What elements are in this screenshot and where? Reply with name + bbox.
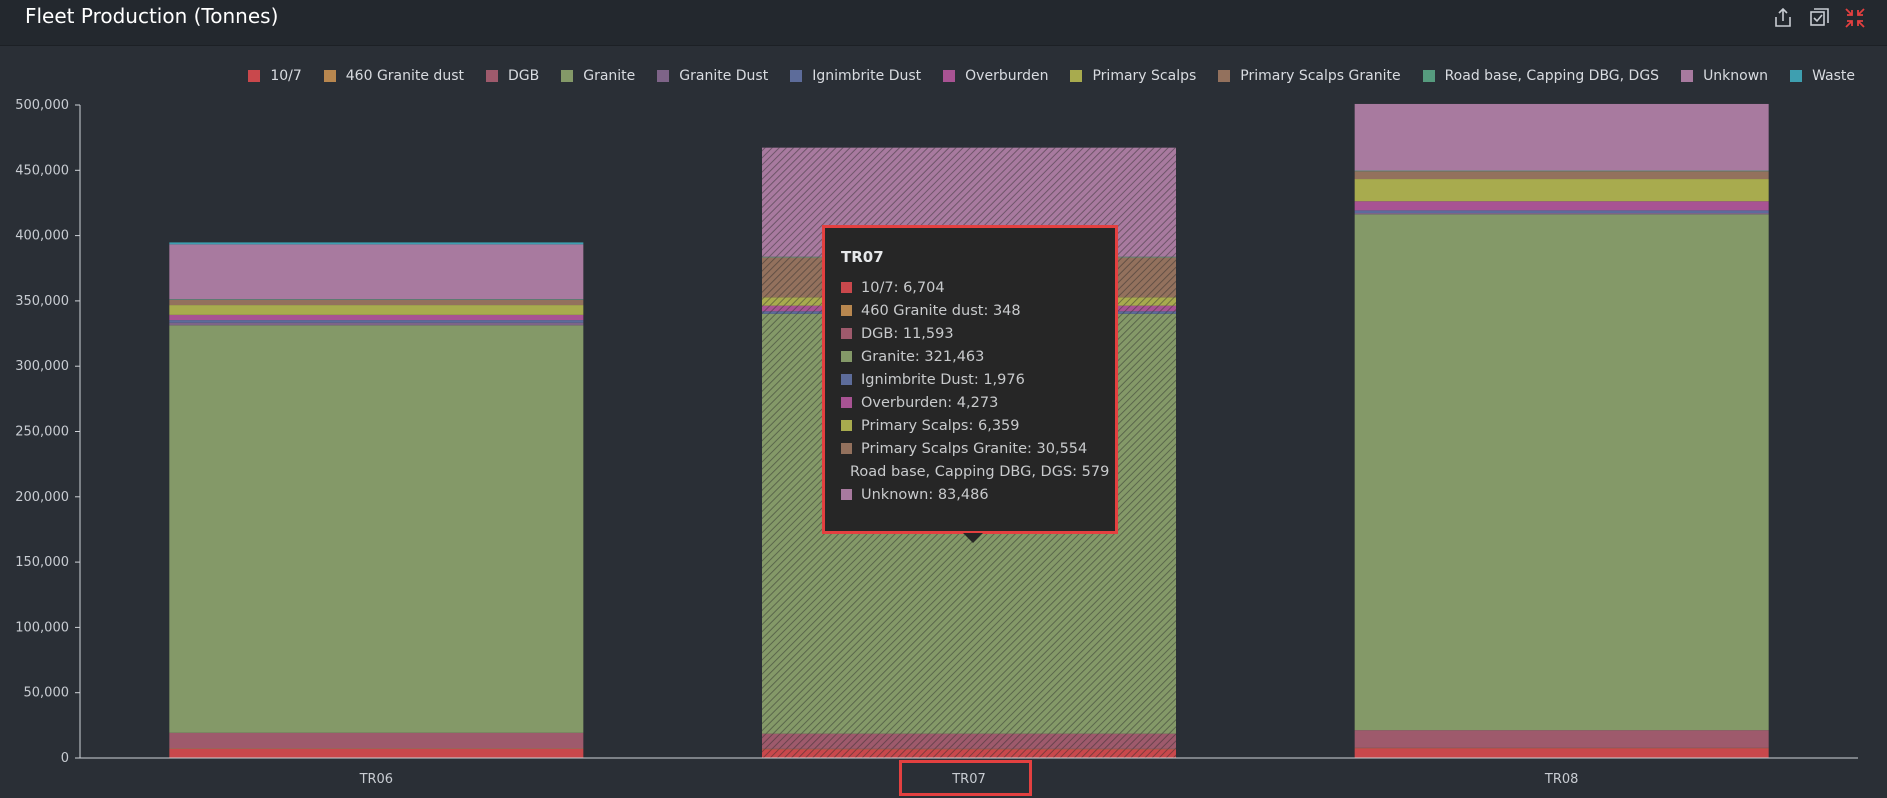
bar-stack-tr06[interactable]	[169, 242, 584, 758]
y-tick-label: 200,000	[15, 490, 69, 505]
bar-segment[interactable]	[1354, 213, 1769, 215]
x-tick-label: TR08	[1544, 772, 1579, 787]
tooltip-separator: :	[893, 325, 903, 342]
tooltip-separator: :	[973, 371, 984, 388]
tooltip-label: 10/7	[861, 279, 894, 296]
tooltip-value: 348	[992, 302, 1021, 319]
tooltip-value: 1,976	[983, 371, 1025, 388]
tooltip-label: Ignimbrite Dust	[861, 371, 974, 388]
tooltip-value: 11,593	[902, 325, 954, 342]
bar-segment[interactable]	[1354, 201, 1769, 211]
tooltip-label: DGB	[861, 325, 894, 342]
bar-segment[interactable]	[1354, 103, 1769, 171]
tooltip-label: Primary Scalps Granite	[861, 440, 1028, 457]
tooltip-separator: :	[893, 279, 904, 296]
tooltip-title: TR07	[841, 248, 884, 266]
tooltip-row: Ignimbrite Dust: 1,976	[841, 368, 1099, 391]
tooltip-value: 30,554	[1036, 440, 1088, 457]
bar-segment[interactable]	[169, 320, 584, 323]
tooltip-value: 579	[1081, 463, 1110, 480]
y-tick-label: 400,000	[15, 229, 69, 244]
tooltip-swatch	[841, 351, 852, 362]
tooltip-value: 4,273	[956, 394, 999, 411]
x-tick-label: TR06	[359, 772, 394, 787]
bar-segment[interactable]	[169, 748, 584, 758]
tooltip-row: Primary Scalps Granite: 30,554	[841, 437, 1099, 460]
tooltip-swatch	[841, 282, 852, 293]
y-tick-label: 0	[61, 751, 69, 766]
bar-segment[interactable]	[169, 322, 584, 326]
tooltip-label: Road base, Capping DBG, DGS	[850, 463, 1073, 480]
tooltip-separator: :	[968, 417, 978, 434]
y-tick-label: 150,000	[15, 555, 69, 570]
tooltip-row: Granite: 321,463	[841, 345, 1099, 368]
bar-segment[interactable]	[169, 299, 584, 300]
tooltip-value: 83,486	[937, 486, 989, 503]
y-tick-label: 250,000	[15, 425, 69, 440]
y-tick-label: 300,000	[15, 359, 69, 374]
tooltip-separator: :	[914, 348, 925, 365]
bar-segment[interactable]	[169, 299, 584, 306]
tooltip-separator: :	[983, 302, 993, 319]
tooltip-row: 460 Granite dust: 348	[841, 299, 1099, 322]
y-tick-label: 500,000	[15, 98, 69, 113]
tooltip-separator: :	[1027, 440, 1037, 457]
tooltip-label: Unknown	[861, 486, 929, 503]
tooltip-separator: :	[1072, 463, 1082, 480]
tooltip-row: Unknown: 83,486	[841, 483, 1099, 506]
tooltip-label: 460 Granite dust	[861, 302, 984, 319]
tooltip-label: Overburden	[861, 394, 948, 411]
bar-segment-hover-hatch	[762, 733, 1176, 749]
tooltip-separator: :	[928, 486, 938, 503]
bar-segment[interactable]	[1354, 210, 1769, 214]
bar-segment[interactable]	[169, 325, 584, 733]
bar-segment[interactable]	[169, 244, 584, 300]
tooltip-value: 6,359	[978, 417, 1020, 434]
bar-segment[interactable]	[1354, 748, 1769, 758]
y-tick-label: 50,000	[24, 686, 70, 701]
selected-category-highlight	[899, 760, 1032, 796]
bar-segment[interactable]	[1354, 730, 1769, 748]
bar-stack-tr08[interactable]	[1354, 103, 1769, 758]
tooltip-swatch	[841, 443, 852, 454]
y-tick-label: 100,000	[15, 620, 69, 635]
tooltip-swatch	[841, 328, 852, 339]
bar-segment[interactable]	[169, 305, 584, 315]
y-tick-label: 350,000	[15, 294, 69, 309]
tooltip-row: Road base, Capping DBG, DGS: 579	[841, 460, 1109, 483]
tooltip-separator: :	[947, 394, 957, 411]
bar-segment-hover-hatch	[762, 749, 1176, 758]
tooltip-row: Overburden: 4,273	[841, 391, 1099, 414]
tooltip-row: Primary Scalps: 6,359	[841, 414, 1099, 437]
chart-tooltip: TR07 10/7: 6,704 460 Granite dust: 348 DGB…	[822, 225, 1118, 543]
bar-segment[interactable]	[169, 732, 584, 749]
tooltip-row: DGB: 11,593	[841, 322, 1099, 345]
bar-segment[interactable]	[1354, 170, 1769, 172]
tooltip-swatch	[841, 374, 852, 385]
tooltip-swatch	[841, 305, 852, 316]
bar-segment[interactable]	[1354, 179, 1769, 202]
tooltip-value: 6,704	[903, 279, 945, 296]
tooltip-swatch	[841, 397, 852, 408]
y-tick-label: 450,000	[15, 163, 69, 178]
bar-segment[interactable]	[169, 314, 584, 321]
bar-segment[interactable]	[1354, 214, 1769, 731]
tooltip-row: 10/7: 6,704	[841, 276, 1099, 299]
tooltip-swatch	[841, 420, 852, 431]
bar-segment[interactable]	[1354, 171, 1769, 180]
tooltip-swatch	[841, 489, 852, 500]
bar-segment[interactable]	[169, 242, 584, 245]
tooltip-label: Granite	[861, 348, 915, 365]
tooltip-value: 321,463	[924, 348, 985, 365]
tooltip-label: Primary Scalps	[861, 417, 969, 434]
